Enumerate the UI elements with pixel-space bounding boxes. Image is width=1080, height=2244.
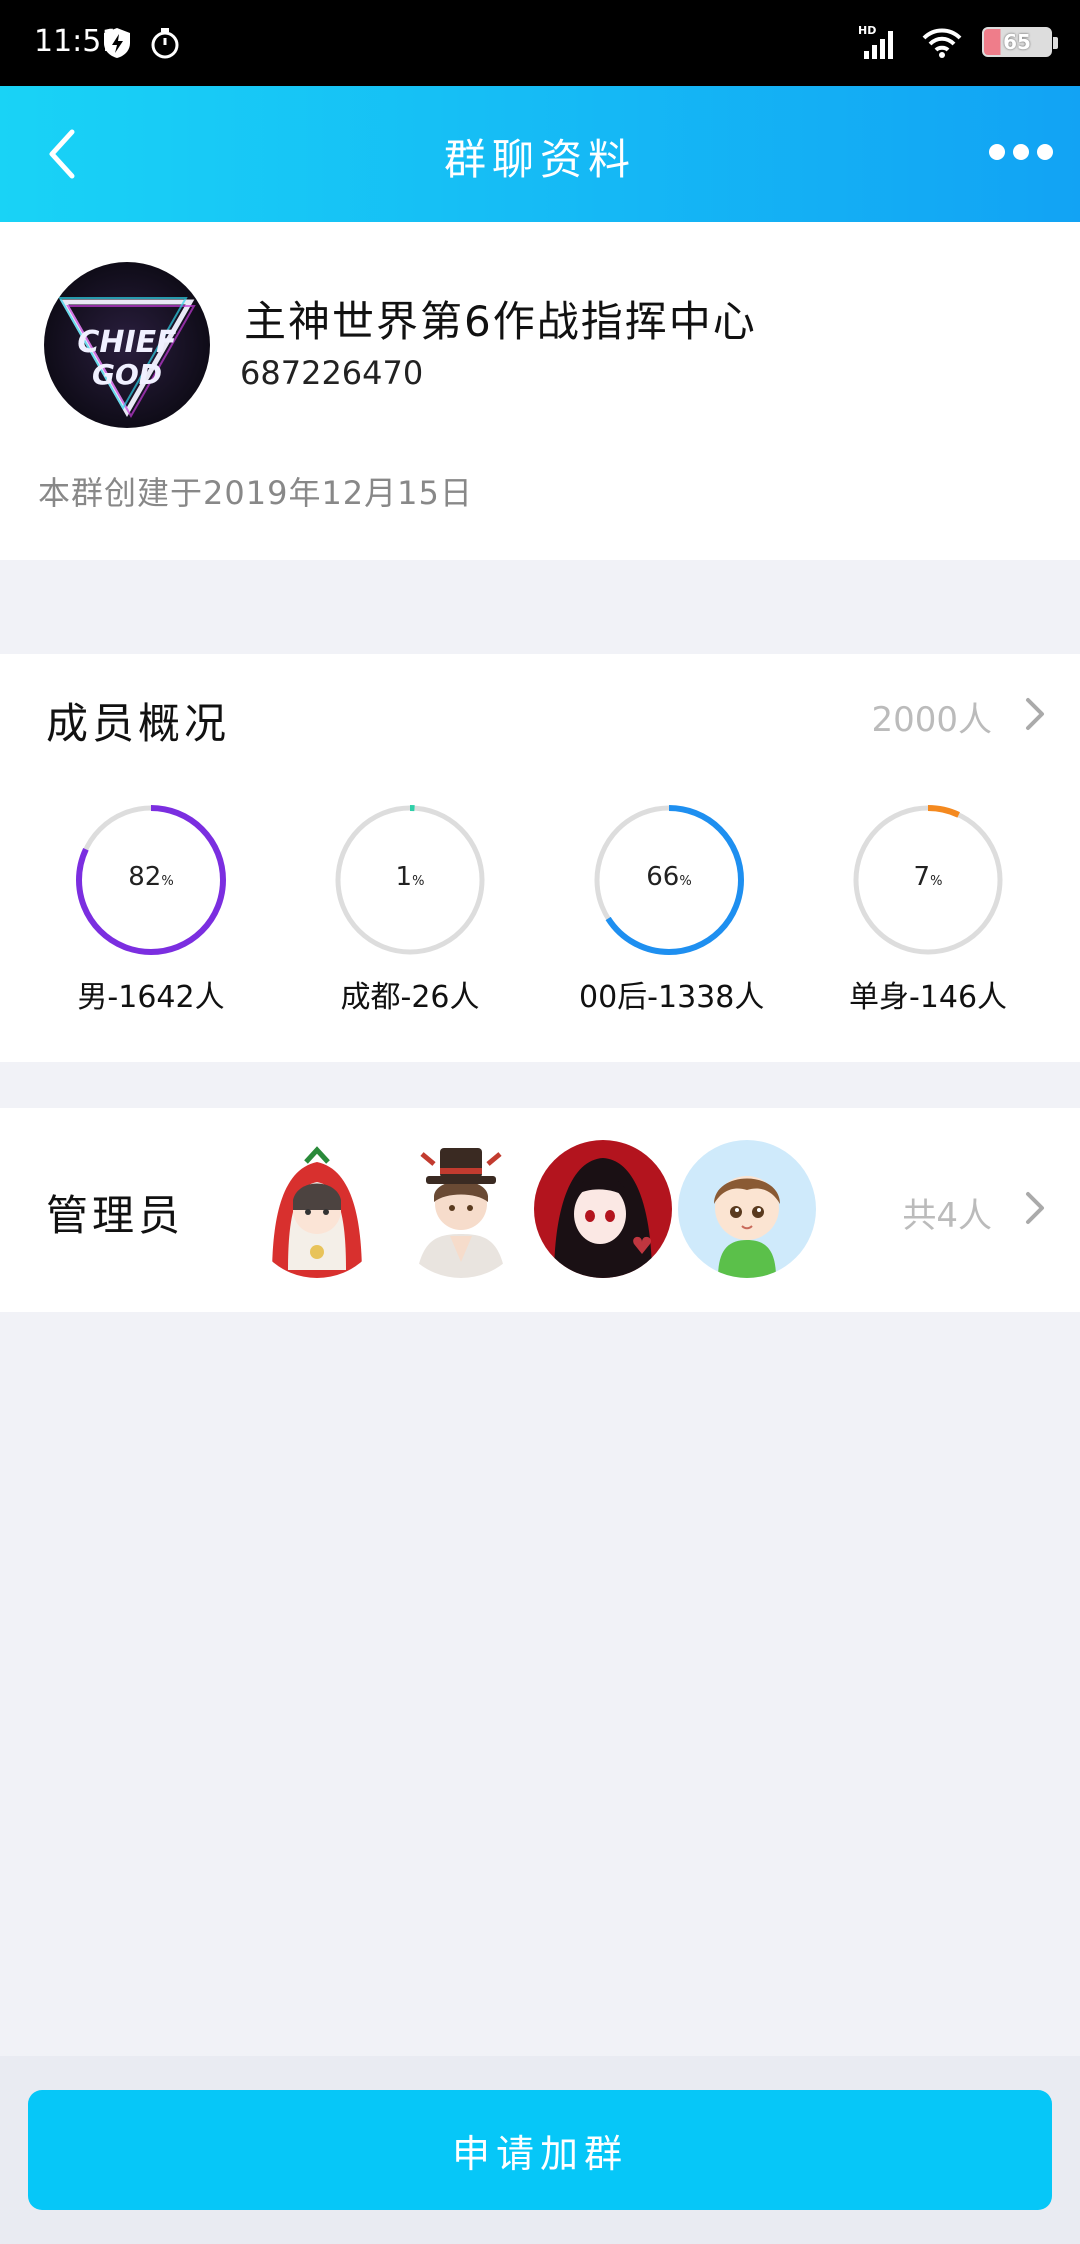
svg-text:CHIEF: CHIEF [77,325,177,360]
admin-avatar[interactable] [392,1140,530,1278]
group-name: 主神世界第6作战指挥中心 [244,297,757,346]
stat-location: 1% 成都-26人 [320,802,500,1016]
status-bar: 11:51 HD 65 [0,0,1080,86]
signal-icon: HD [858,24,893,59]
more-icon[interactable] [986,130,1056,174]
group-id: 687226470 [240,354,424,392]
members-title: 成员概况 [46,699,231,748]
stat-percent: 1% [395,862,425,892]
group-info-card: CHIEF GOD 主神世界第6作战指挥中心 687226470 本群创建于20… [0,222,1080,560]
admin-avatar[interactable] [678,1140,816,1278]
members-count: 2000人 [871,700,992,740]
stat-percent: 66% [646,862,692,892]
svg-text:HD: HD [858,24,876,37]
battery-icon: 65 [982,27,1058,57]
admin-avatar[interactable] [248,1140,386,1278]
admins-title: 管理员 [46,1191,185,1240]
admin-avatar-image [678,1140,816,1278]
bottom-bar: 申请加群 [0,2056,1080,2244]
members-overview-card[interactable]: 成员概况 2000人 82% 男-1642人 1% 成都-26人 66% 00后… [0,654,1080,1062]
apply-join-button[interactable]: 申请加群 [28,2090,1052,2210]
timer-icon [151,28,179,59]
group-logo: CHIEF GOD [58,297,196,419]
stat-age: 66% 00后-1338人 [579,802,765,1016]
stat-percent: 82% [128,862,174,892]
admin-avatar-image [248,1140,386,1278]
admin-avatar-image [534,1140,672,1278]
chevron-right-icon[interactable] [1020,694,1050,734]
chevron-right-icon[interactable] [1020,1188,1050,1228]
stat-label: 成都-26人 [340,980,480,1015]
admins-card[interactable]: 管理员 共4人 [0,1108,1080,1312]
stat-label: 单身-146人 [848,980,1008,1015]
page-title: 群聊资料 [443,135,636,184]
admin-avatar-image [392,1140,530,1278]
admins-count: 共4人 [902,1196,992,1236]
wifi-icon [922,28,962,58]
stat-percent: 7% [913,862,943,892]
group-avatar[interactable]: CHIEF GOD [44,262,210,428]
group-created-date: 本群创建于2019年12月15日 [38,474,473,512]
shield-bolt-icon [104,28,130,58]
stat-gender: 82% 男-1642人 [61,802,241,1016]
status-right: HD 65 [858,22,1058,62]
svg-text:GOD: GOD [92,358,162,391]
admin-avatar[interactable] [534,1140,672,1278]
stat-label: 00后-1338人 [579,980,765,1015]
battery-level: 65 [1003,30,1031,54]
nav-bar: 群聊资料 [0,86,1080,222]
stat-single: 7% 单身-146人 [838,802,1018,1016]
stat-label: 男-1642人 [77,980,225,1015]
